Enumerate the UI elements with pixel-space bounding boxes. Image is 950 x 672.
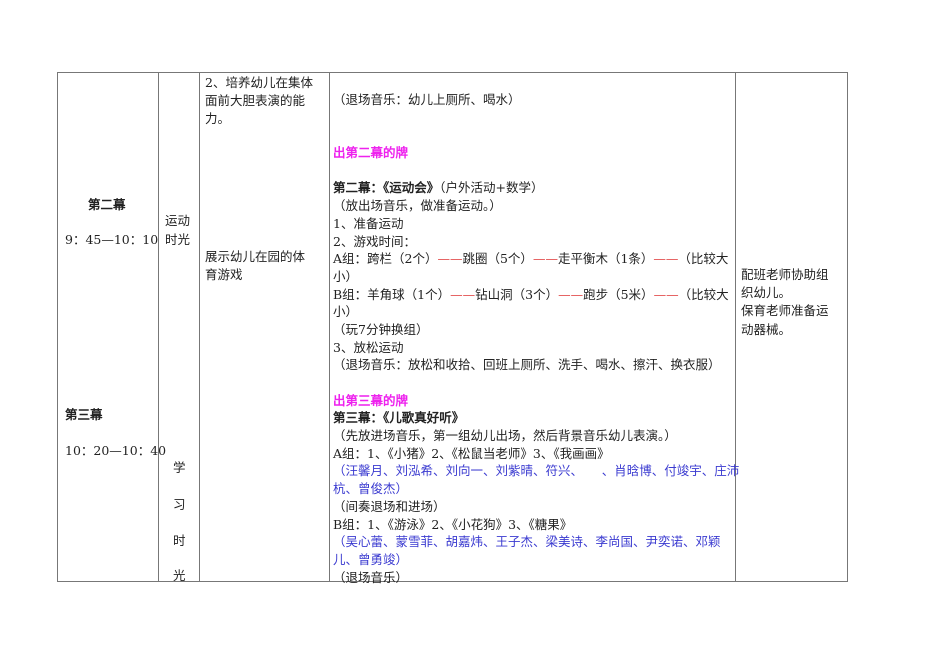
goal-text: 2、培养幼儿在集体 (205, 75, 313, 90)
b-songs: B组：1、《游泳》2、《小花狗》3、《糖果》 (333, 516, 573, 532)
sport-label: 运动 (165, 213, 191, 228)
act3-time: 10：20—10：40 (65, 443, 167, 458)
show-text: 展示幼儿在园的体 (205, 249, 306, 264)
column-divider (158, 72, 159, 582)
sport-label: 时光 (165, 232, 191, 247)
staff-note: 动器械。 (741, 322, 792, 337)
column-divider (199, 72, 200, 582)
act2-subtitle: （户外活动+数学） (439, 180, 544, 196)
activity-content: （退场音乐：幼儿上厕所、喝水） 出第二幕的牌 第二幕：《运动会》（户外活动+数学… (333, 91, 740, 586)
exit-music: （退场音乐：幼儿上厕所、喝水） (333, 92, 521, 107)
group-b-line: 小） (333, 304, 359, 320)
staff-note: 配班老师协助组 (741, 267, 829, 282)
goal-text: 面前大胆表演的能 (205, 93, 306, 108)
study-label: 时 (173, 533, 186, 548)
act2-line: （玩7分钟换组） (333, 321, 429, 337)
document-page: 第二幕 9：45—10：10 第三幕 10：20—10：40 运动 时光 学 习… (0, 0, 950, 672)
staff-note: 保育老师准备运 (741, 303, 829, 318)
a-names: （汪馨月、刘泓希、刘向一、刘紫晴、符兴、 、肖晗博、付竣宇、庄沛 (333, 463, 740, 479)
b-names: （吴心蕾、蒙雪菲、胡嘉炜、王子杰、梁美诗、李尚国、尹奕诺、邓颖 (333, 534, 721, 550)
column-divider (735, 72, 736, 582)
goal-text: 力。 (205, 111, 231, 126)
act2-line: （退场音乐：放松和收拾、回班上厕所、洗手、喝水、擦汗、换衣服） (333, 357, 721, 373)
act2-line: 2、游戏时间： (333, 233, 416, 249)
act2-title: 第二幕 (88, 197, 126, 212)
act2-time: 9：45—10：10 (65, 232, 159, 247)
act2-line: 1、准备运动 (333, 215, 404, 231)
exit-music: （退场音乐） (333, 569, 409, 585)
group-b-line: B组：羊角球（1个）——钻山洞（3个）——跑步（5米）——（比较大 (333, 286, 729, 302)
act3-title: 第三幕 (65, 407, 103, 422)
act2-line: 3、放松运动 (333, 339, 404, 355)
study-label: 学 (173, 460, 186, 475)
study-label: 习 (173, 497, 186, 512)
a-names: 杭、曾俊杰） (333, 481, 409, 497)
act3-line: （先放进场音乐，第一组幼儿出场，然后背景音乐幼儿表演。） (333, 428, 677, 444)
group-a-line: A组：跨栏（2个）——跳圈（5个）——走平衡木（1条）——（比较大 (333, 251, 729, 267)
staff-note: 织幼儿。 (741, 285, 792, 300)
card2-cue: 出第二幕的牌 (333, 145, 409, 161)
show-text: 育游戏 (205, 267, 243, 282)
card3-cue: 出第三幕的牌 (333, 392, 409, 408)
study-label: 光 (173, 568, 186, 583)
interlude: （间奏退场和进场） (333, 498, 446, 514)
act3-heading: 第三幕：《儿歌真好听》 (333, 410, 465, 426)
column-divider (329, 72, 330, 582)
act2-line: （放出场音乐，做准备运动。） (333, 198, 502, 214)
a-songs: A组：1、《小猪》2、《松鼠当老师》3、《我画画》 (333, 445, 610, 461)
group-a-line: 小） (333, 268, 359, 284)
act2-heading: 第二幕：《运动会》 (333, 180, 440, 196)
b-names: 儿、曾勇竣） (333, 551, 409, 567)
